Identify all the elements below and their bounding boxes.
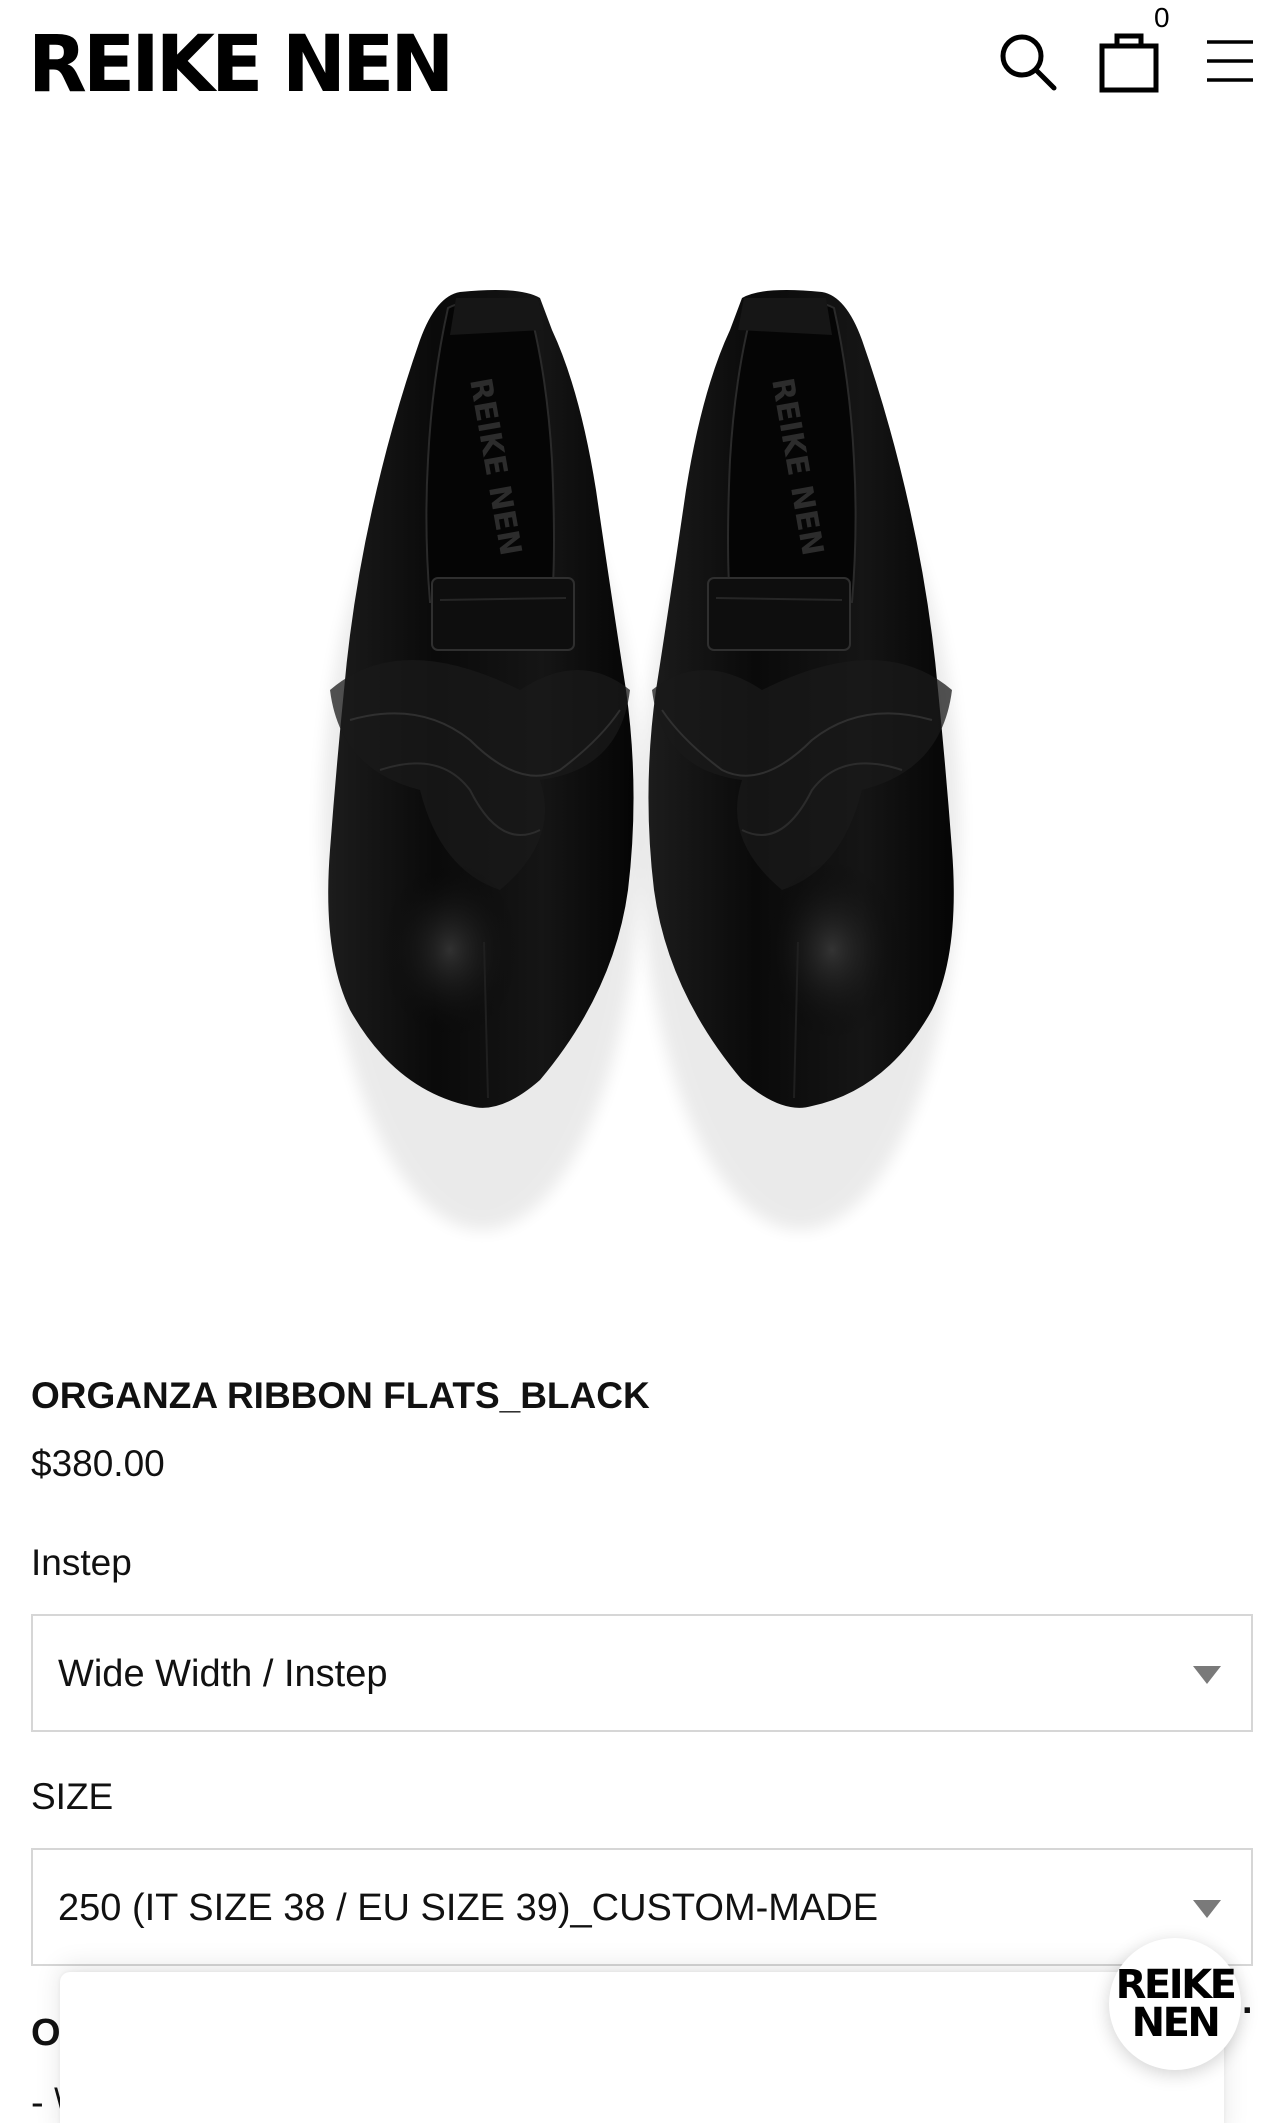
site-header: REIKE NEN 0 — [0, 0, 1284, 130]
size-selected-value: 250 (IT SIZE 38 / EU SIZE 39)_CUSTOM-MAD… — [58, 1887, 879, 1929]
badge-brand-line2: NEN — [1131, 2000, 1221, 2046]
instep-selected-value: Wide Width / Instep — [58, 1653, 388, 1695]
left-shoe: REIKE NEN — [322, 290, 642, 1230]
page: REIKE NEN 0 REIKE NEN REIKE NEN ORGANZA … — [0, 0, 1284, 2123]
shopping-bag-icon[interactable] — [1098, 28, 1160, 94]
section-heading-partial: O — [31, 2012, 61, 2054]
instep-label: Instep — [31, 1542, 132, 1583]
product-price: $380.00 — [31, 1443, 165, 1484]
chat-launcher-button[interactable]: REIKE NEN — [1109, 1938, 1241, 2070]
bottom-sheet-overlay[interactable] — [60, 1972, 1224, 2123]
shoes-illustration: REIKE NEN REIKE NEN — [322, 290, 960, 1230]
trailing-text-partial: . — [1242, 1980, 1253, 2022]
size-label: SIZE — [31, 1776, 114, 1817]
cart-count-badge: 0 — [1154, 2, 1170, 33]
badge-brand-line1: REIKE — [1115, 1962, 1237, 2008]
hamburger-menu-icon[interactable] — [1205, 36, 1255, 86]
product-photo[interactable]: REIKE NEN REIKE NEN — [0, 130, 1284, 1310]
caret-down-icon — [1193, 1900, 1221, 1918]
size-select[interactable]: 250 (IT SIZE 38 / EU SIZE 39)_CUSTOM-MAD… — [31, 1848, 1253, 1966]
right-shoe: REIKE NEN — [640, 290, 960, 1230]
product-title: ORGANZA RIBBON FLATS_BLACK — [31, 1375, 650, 1416]
search-icon[interactable] — [996, 30, 1060, 94]
brand-logo[interactable]: REIKE NEN — [28, 26, 454, 104]
instep-select[interactable]: Wide Width / Instep — [31, 1614, 1253, 1732]
caret-down-icon — [1193, 1666, 1221, 1684]
